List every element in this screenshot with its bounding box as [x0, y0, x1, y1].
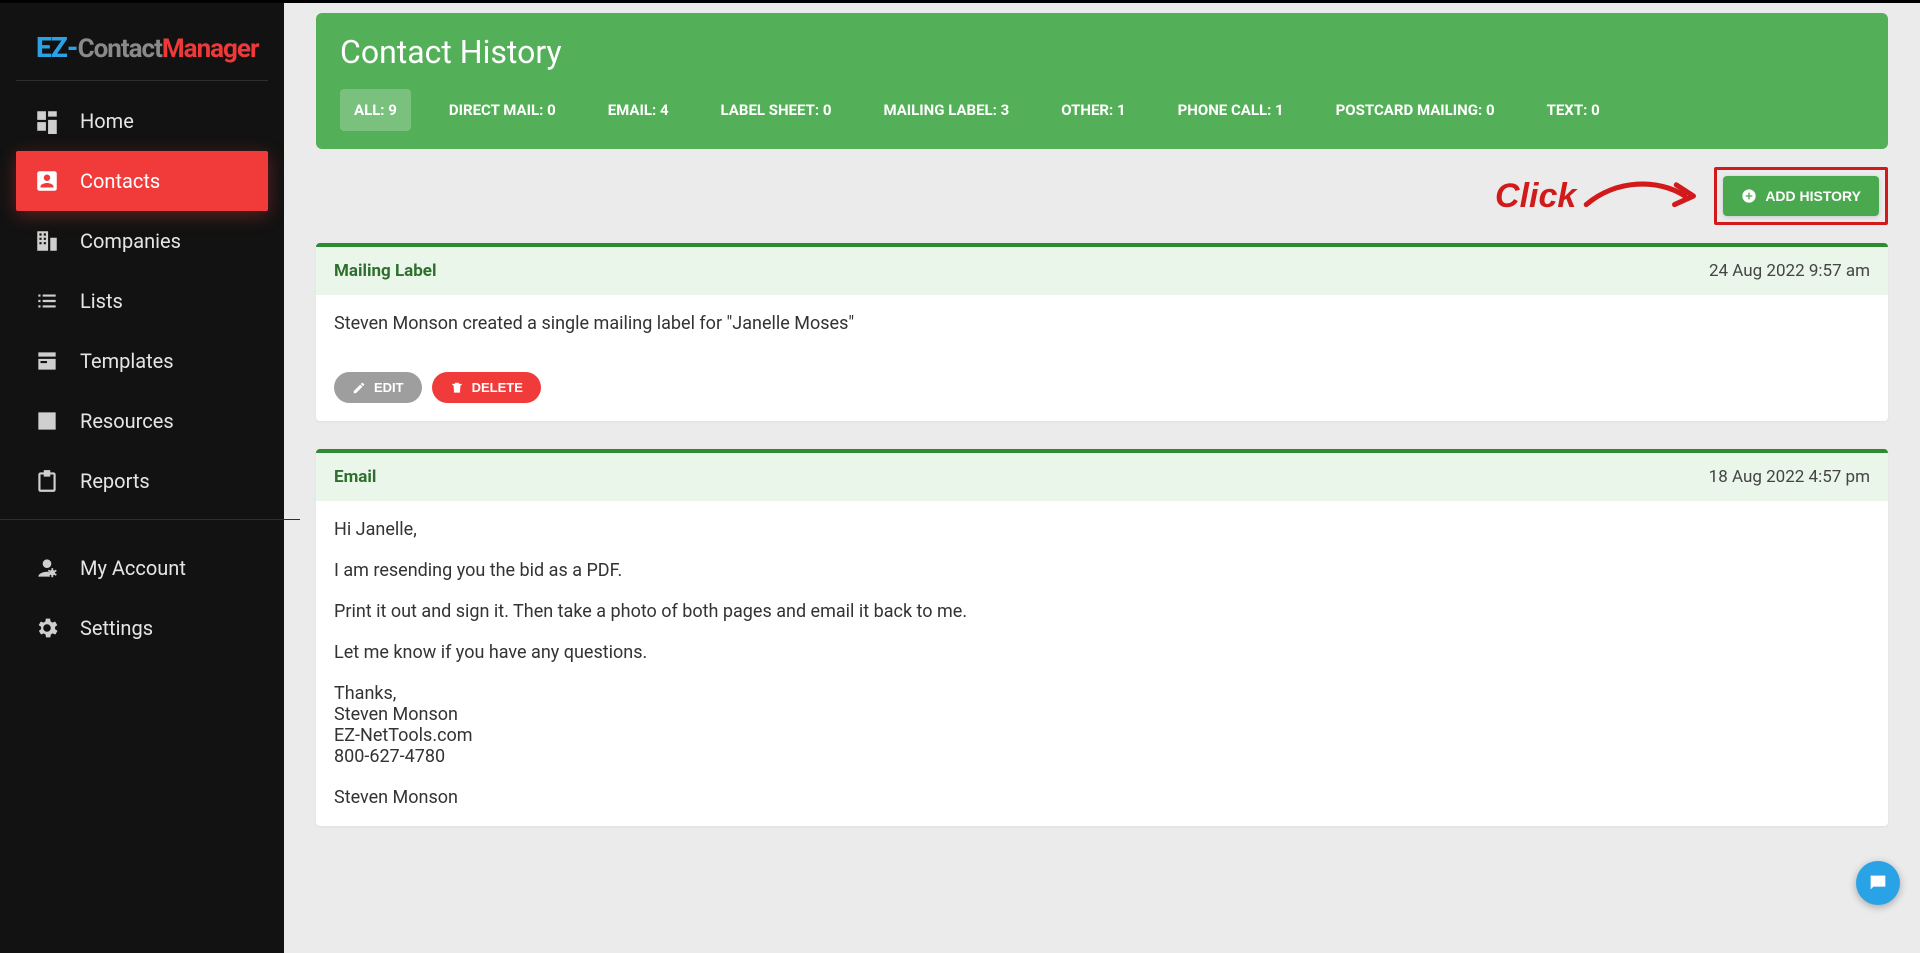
edit-label: EDIT	[374, 380, 404, 395]
sidebar-item-lists[interactable]: Lists	[16, 271, 268, 331]
history-text: Steven Monson created a single mailing l…	[334, 313, 1870, 334]
history-card-header: Email 18 Aug 2022 4:57 pm	[316, 453, 1888, 501]
plus-circle-icon	[1741, 188, 1757, 204]
sidebar-item-label: Resources	[80, 409, 174, 433]
tab-label-sheet[interactable]: LABEL SHEET: 0	[707, 89, 846, 131]
sidebar-item-label: Home	[80, 109, 134, 133]
sidebar-item-label: Settings	[80, 616, 153, 640]
sidebar-item-reports[interactable]: Reports	[16, 451, 268, 511]
sidebar: EZ-ContactManager Home Contacts Companie…	[0, 3, 284, 953]
history-card-header: Mailing Label 24 Aug 2022 9:57 am	[316, 247, 1888, 295]
sidebar-item-label: Lists	[80, 289, 123, 313]
add-history-button[interactable]: ADD HISTORY	[1723, 176, 1879, 216]
tab-phone-call[interactable]: PHONE CALL: 1	[1164, 89, 1298, 131]
sidebar-item-label: Contacts	[80, 169, 160, 193]
annotation-highlight-box: ADD HISTORY	[1714, 167, 1888, 225]
arrow-icon	[1582, 172, 1702, 220]
sidebar-item-templates[interactable]: Templates	[16, 331, 268, 391]
history-line: Print it out and sign it. Then take a ph…	[334, 601, 1870, 622]
sidebar-item-contacts[interactable]: Contacts	[16, 151, 268, 211]
templates-icon	[34, 348, 60, 374]
sidebar-nav-secondary: My Account Settings	[0, 528, 284, 658]
page-title: Contact History	[340, 33, 1864, 71]
filter-tabs: ALL: 9 DIRECT MAIL: 0 EMAIL: 4 LABEL SHE…	[340, 89, 1864, 131]
pencil-icon	[352, 381, 366, 395]
history-date: 24 Aug 2022 9:57 am	[1709, 261, 1870, 281]
app-logo: EZ-ContactManager	[16, 3, 268, 81]
history-type: Email	[334, 467, 376, 487]
history-line: EZ-NetTools.com	[334, 725, 1870, 746]
tab-all[interactable]: ALL: 9	[340, 89, 411, 131]
tab-other[interactable]: OTHER: 1	[1047, 89, 1139, 131]
sidebar-item-account[interactable]: My Account	[16, 538, 268, 598]
history-line: Hi Janelle,	[334, 519, 1870, 540]
edit-button[interactable]: EDIT	[334, 372, 422, 403]
main-content: Contact History ALL: 9 DIRECT MAIL: 0 EM…	[284, 3, 1920, 953]
contacts-icon	[34, 168, 60, 194]
delete-button[interactable]: DELETE	[432, 372, 541, 403]
sidebar-nav: Home Contacts Companies Lists	[0, 81, 284, 511]
history-line: Let me know if you have any questions.	[334, 642, 1870, 663]
chat-fab[interactable]	[1856, 861, 1900, 905]
history-line: I am resending you the bid as a PDF.	[334, 560, 1870, 581]
tab-direct-mail[interactable]: DIRECT MAIL: 0	[435, 89, 570, 131]
sidebar-item-companies[interactable]: Companies	[16, 211, 268, 271]
trash-icon	[450, 381, 464, 395]
image-icon	[34, 408, 60, 434]
history-body: Hi Janelle, I am resending you the bid a…	[316, 501, 1888, 826]
annotation-text: Click	[1495, 177, 1576, 216]
history-card: Email 18 Aug 2022 4:57 pm Hi Janelle, I …	[316, 449, 1888, 826]
history-card: Mailing Label 24 Aug 2022 9:57 am Steven…	[316, 243, 1888, 421]
history-line: Steven Monson	[334, 787, 1870, 808]
page-header-panel: Contact History ALL: 9 DIRECT MAIL: 0 EM…	[316, 13, 1888, 149]
chat-icon	[1867, 872, 1889, 894]
sidebar-item-settings[interactable]: Settings	[16, 598, 268, 658]
tab-text[interactable]: TEXT: 0	[1533, 89, 1614, 131]
history-line: Thanks,	[334, 683, 1870, 704]
history-body: Steven Monson created a single mailing l…	[316, 295, 1888, 372]
companies-icon	[34, 228, 60, 254]
sidebar-item-label: Templates	[80, 349, 174, 373]
clipboard-icon	[34, 468, 60, 494]
sidebar-divider	[0, 519, 300, 520]
sidebar-item-label: My Account	[80, 556, 186, 580]
tab-email[interactable]: EMAIL: 4	[594, 89, 683, 131]
history-actions: EDIT DELETE	[316, 372, 1888, 421]
sidebar-item-label: Companies	[80, 229, 181, 253]
logo-part-1: EZ-	[36, 31, 78, 64]
annotation-callout: Click	[1495, 172, 1702, 220]
lists-icon	[34, 288, 60, 314]
history-line: 800-627-4780	[334, 746, 1870, 767]
sidebar-item-label: Reports	[80, 469, 150, 493]
sidebar-item-home[interactable]: Home	[16, 91, 268, 151]
history-line: Steven Monson	[334, 704, 1870, 725]
toolbar: Click ADD HISTORY	[316, 167, 1888, 225]
add-history-label: ADD HISTORY	[1765, 188, 1861, 204]
dashboard-icon	[34, 108, 60, 134]
delete-label: DELETE	[472, 380, 523, 395]
gear-icon	[34, 615, 60, 641]
logo-part-3: Manager	[162, 34, 259, 64]
tab-mailing-label[interactable]: MAILING LABEL: 3	[869, 89, 1023, 131]
logo-part-2: Contact	[78, 34, 162, 64]
history-date: 18 Aug 2022 4:57 pm	[1709, 467, 1870, 487]
tab-postcard-mailing[interactable]: POSTCARD MAILING: 0	[1322, 89, 1509, 131]
account-icon	[34, 555, 60, 581]
history-type: Mailing Label	[334, 261, 436, 281]
sidebar-item-resources[interactable]: Resources	[16, 391, 268, 451]
